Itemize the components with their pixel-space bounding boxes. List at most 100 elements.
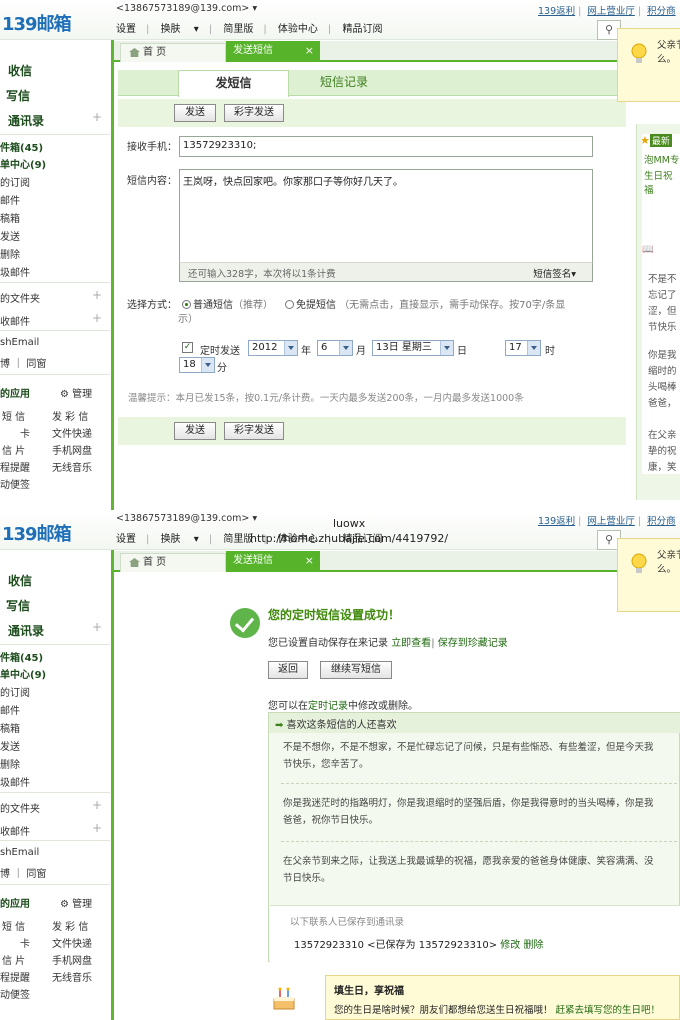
menu-settings[interactable]: 设置 [116, 534, 136, 545]
app-item[interactable]: 手机网盘 [52, 442, 92, 457]
plus-icon[interactable]: + [92, 288, 102, 302]
menu-skin[interactable]: 换肤 ▾ [161, 24, 199, 35]
app-item[interactable]: 短 信 [2, 408, 25, 423]
sidebar-folder[interactable]: 删除 [0, 756, 20, 771]
app-item[interactable]: 手机网盘 [52, 952, 92, 967]
account-email[interactable]: <13867573189@139.com> ▾ [116, 3, 257, 14]
tip-bubble[interactable]: 父亲节么。 [617, 28, 680, 102]
mode-normal-option[interactable]: 普通短信（推荐） [182, 296, 273, 311]
recommend-message[interactable]: 不是不想你，不是不想家，不是忙碌忘记了问候，只是有些惭恐、有些羞涩，但是今天我节… [283, 739, 679, 773]
sidebar-inbox[interactable]: 收信 [8, 62, 32, 79]
radio-unchecked[interactable] [285, 300, 294, 309]
sidebar-collected[interactable]: 收邮件 [0, 823, 30, 838]
app-item[interactable]: 发 彩 信 [52, 408, 88, 423]
plus-icon[interactable]: + [92, 798, 102, 812]
sidebar-folder[interactable]: 的订阅 [0, 174, 30, 189]
close-icon[interactable]: × [305, 551, 314, 571]
delete-link[interactable]: 删除 [523, 940, 543, 951]
sidebar-tong[interactable]: 博 ｜ 同窗 [0, 355, 46, 370]
close-icon[interactable]: × [305, 41, 314, 61]
year-select[interactable]: 2012 [248, 340, 298, 356]
link-online-hall[interactable]: 网上营业厅 [587, 516, 635, 527]
day-select[interactable]: 13日 星期三 [372, 340, 454, 356]
logo[interactable]: 139邮箱 [2, 520, 72, 546]
app-item[interactable]: 信 片 [2, 442, 25, 457]
menu-skin[interactable]: 换肤 ▾ [161, 534, 199, 545]
sidebar-folder[interactable]: 删除 [0, 246, 20, 261]
sidebar-pushemail[interactable]: shEmail [0, 847, 39, 858]
sidebar-folder[interactable]: 件箱(45) [0, 649, 43, 664]
minute-select[interactable]: 18 [179, 357, 215, 373]
content-textarea[interactable]: 王岚呀，快点回家吧。你家那口子等你好几天了。 [179, 169, 593, 263]
app-item[interactable]: 程提醒 [0, 459, 30, 474]
right-link[interactable]: 生日祝福 [644, 168, 680, 196]
receiver-input[interactable]: 13572923310; [179, 136, 593, 157]
recommend-message[interactable]: 你是我迷茫时的指路明灯，你是我退缩时的坚强后盾，你是我得意时的当头喝棒，你是我爸… [283, 795, 679, 829]
sidebar-my-folders[interactable]: 的文件夹 [0, 800, 40, 815]
sidebar-contacts[interactable]: 通讯录 [8, 622, 44, 639]
app-item[interactable]: 文件快递 [52, 425, 92, 440]
sidebar-inbox[interactable]: 收信 [8, 572, 32, 589]
manage-link[interactable]: ⚙ 管理 [60, 385, 92, 400]
sidebar-collected[interactable]: 收邮件 [0, 313, 30, 328]
app-item[interactable]: 无线音乐 [52, 459, 92, 474]
sidebar-folder[interactable]: 的订阅 [0, 684, 30, 699]
plus-icon[interactable]: + [92, 620, 102, 634]
tab-send-sms[interactable]: 发送短信 × [226, 551, 320, 572]
edit-link[interactable]: 修改 [500, 940, 520, 951]
tab-send-sms[interactable]: 发送短信 × [226, 41, 320, 62]
radio-checked[interactable] [182, 300, 191, 309]
birthday-link[interactable]: 赶紧去填写您的生日吧！ [556, 1005, 661, 1016]
app-item[interactable]: 无线音乐 [52, 969, 92, 984]
link-rebate[interactable]: 139返利 [538, 6, 575, 17]
tip-bubble[interactable]: 父亲节么。 [617, 538, 680, 612]
menu-experience[interactable]: 体验中心 [278, 24, 318, 35]
sidebar-folder[interactable]: 发送 [0, 228, 20, 243]
view-now-link[interactable]: 立即查看 [391, 638, 431, 649]
menu-settings[interactable]: 设置 [116, 24, 136, 35]
sidebar-folder[interactable]: 稿箱 [0, 210, 20, 225]
sidebar-folder[interactable]: 单中心(9) [0, 666, 46, 681]
sidebar-folder[interactable]: 件箱(45) [0, 139, 43, 154]
app-item[interactable]: 程提醒 [0, 969, 30, 984]
timed-records-link[interactable]: 定时记录 [308, 701, 348, 712]
link-online-hall[interactable]: 网上营业厅 [587, 6, 635, 17]
app-item[interactable]: 信 片 [2, 952, 25, 967]
sidebar-folder[interactable]: 圾邮件 [0, 774, 30, 789]
app-item[interactable]: 动便签 [0, 476, 30, 491]
menu-simple[interactable]: 简里版 [223, 24, 253, 35]
continue-sms-button[interactable]: 继续写短信 [320, 661, 392, 679]
month-select[interactable]: 6 [317, 340, 353, 356]
tab-send-message[interactable]: 发短信 [178, 70, 289, 97]
color-send-button[interactable]: 彩字发送 [224, 104, 284, 122]
send-button[interactable]: 发送 [174, 104, 216, 122]
sidebar-my-folders[interactable]: 的文件夹 [0, 290, 40, 305]
manage-link[interactable]: ⚙ 管理 [60, 895, 92, 910]
sidebar-pushemail[interactable]: shEmail [0, 337, 39, 348]
timed-checkbox[interactable]: ✓ [182, 342, 193, 353]
sidebar-folder[interactable]: 单中心(9) [0, 156, 46, 171]
mode-flash-option[interactable]: 免提短信 （无需点击，直接显示，需手动保存。按70字/条显 [285, 296, 565, 311]
signature-dropdown[interactable]: 短信签名▾ [533, 266, 576, 280]
link-points[interactable]: 积分商 [647, 6, 676, 17]
app-item[interactable]: 发 彩 信 [52, 918, 88, 933]
send-button[interactable]: 发送 [174, 422, 216, 440]
recommend-message[interactable]: 在父亲节到来之际，让我送上我最诚挚的祝福，愿我亲爱的爸爸身体健康、笑容满满、没节… [283, 853, 679, 887]
plus-icon[interactable]: + [92, 821, 102, 835]
sidebar-contacts[interactable]: 通讯录 [8, 112, 44, 129]
sidebar-folder[interactable]: 稿箱 [0, 720, 20, 735]
tab-sms-records[interactable]: 短信记录 [320, 70, 368, 94]
menu-subscribe[interactable]: 精品订阅 [342, 24, 382, 35]
menu-simple[interactable]: 简里版 [223, 534, 253, 545]
sidebar-folder[interactable]: 圾邮件 [0, 264, 30, 279]
account-email[interactable]: <13867573189@139.com> ▾ [116, 513, 257, 524]
save-favorite-link[interactable]: 保存到珍藏记录 [438, 638, 508, 649]
sidebar-folder[interactable]: 发送 [0, 738, 20, 753]
sidebar-compose[interactable]: 写信 [6, 87, 30, 104]
app-item[interactable]: 卡 [20, 935, 30, 950]
app-item[interactable]: 动便签 [0, 986, 30, 1001]
right-link[interactable]: 泡MM专 [644, 152, 679, 166]
color-send-button[interactable]: 彩字发送 [224, 422, 284, 440]
link-rebate[interactable]: 139返利 [538, 516, 575, 527]
sidebar-folder[interactable]: 邮件 [0, 192, 20, 207]
